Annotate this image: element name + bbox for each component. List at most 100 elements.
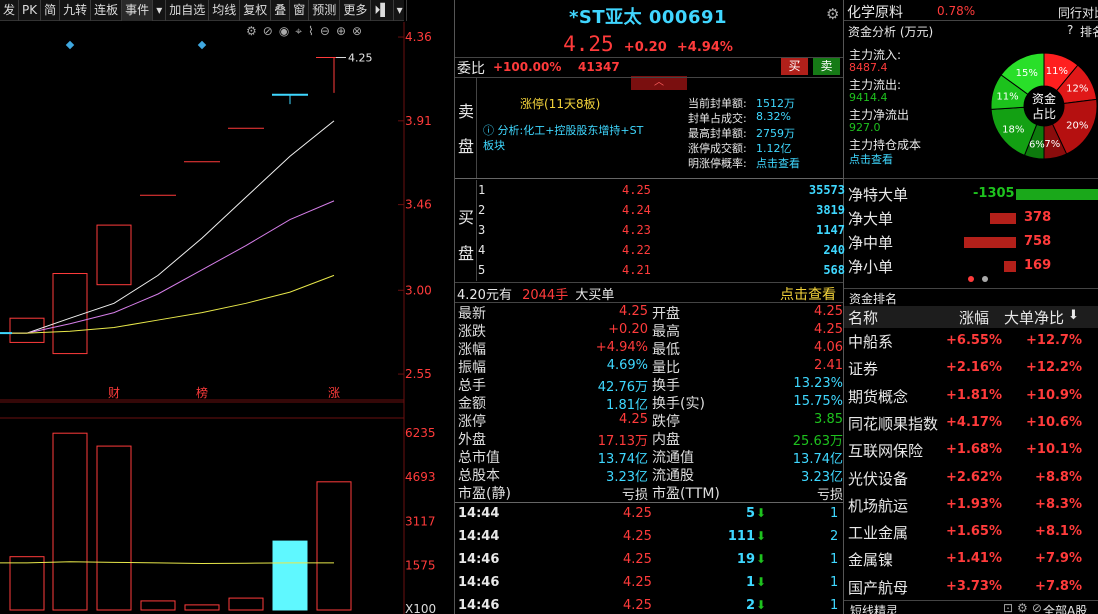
event-marker[interactable]: 财 <box>108 386 120 400</box>
volume-bar[interactable] <box>272 540 308 611</box>
bottom-tool-icons[interactable]: ⊡⚙⊘ <box>1003 601 1046 614</box>
toolbar-item[interactable]: 复权 <box>240 0 272 21</box>
price-tag-label: 4.25 <box>348 52 373 65</box>
sell-button[interactable]: 卖 <box>813 58 840 75</box>
kline-chart-svg[interactable]: 4.36 3.91 3.46 3.00 2.55 4.25 财 榜 涨 6235 4693 3117 1… <box>0 22 454 614</box>
toolbar-item[interactable]: 窗 <box>290 0 310 21</box>
rank-change: +1.68% <box>946 442 1002 458</box>
quote-key: 量比 <box>652 360 680 376</box>
quote-key: 市盈(TTM) <box>652 486 720 502</box>
quote-value: 亏损 <box>621 488 648 503</box>
rank-name[interactable]: 同花顺果指数 <box>848 413 938 434</box>
quote-key: 最高 <box>652 324 680 340</box>
rank-name[interactable]: 机场航运 <box>848 495 908 516</box>
seal-info-value: 1.12亿 <box>756 142 792 155</box>
help-icon[interactable]: ? <box>1067 23 1073 37</box>
buy-price[interactable]: 4.25 <box>622 183 651 197</box>
quote-key: 换手(实) <box>652 396 705 412</box>
buy-price[interactable]: 4.21 <box>622 263 651 277</box>
rank-name[interactable]: 期货概念 <box>848 386 908 407</box>
analysis-text[interactable]: ⓘ 分析:化工+控股股东增持+ST板块 <box>483 123 653 153</box>
rank-name[interactable]: 互联网保险 <box>848 440 923 461</box>
toolbar-item[interactable]: 叠 <box>271 0 291 21</box>
peer-compare-link[interactable]: 同行对比 <box>1058 4 1098 21</box>
divider <box>476 78 477 178</box>
toolbar-item[interactable]: 事件 <box>122 0 154 21</box>
gear-icon[interactable]: ⚙ <box>826 5 839 23</box>
toolbar-item[interactable]: ▾ <box>394 0 407 21</box>
tick-volume: 5 <box>745 506 755 521</box>
tick-volume: 19 <box>736 552 755 567</box>
toolbar-item[interactable]: ▾ <box>153 0 167 21</box>
collapse-arrow-icon[interactable]: ︿ <box>631 76 687 90</box>
volume-bar[interactable] <box>184 604 220 611</box>
quote-value: 13.74亿 <box>597 452 648 467</box>
event-diamond-icon[interactable] <box>65 40 75 50</box>
page-dot[interactable] <box>982 276 988 282</box>
weibi-label: 委比 <box>457 61 485 77</box>
event-marker[interactable]: 涨 <box>328 385 340 400</box>
rank-name[interactable]: 工业金属 <box>848 522 908 543</box>
quote-value: 4.25 <box>814 304 843 319</box>
volume-bar[interactable] <box>96 445 132 611</box>
toolbar-item[interactable]: PK <box>19 0 42 21</box>
quote-key: 开盘 <box>652 306 680 322</box>
quote-value: 25.63万 <box>792 434 843 449</box>
buy-button[interactable]: 买 <box>781 58 808 75</box>
candle-body[interactable] <box>96 224 132 286</box>
page-dot[interactable] <box>968 276 974 282</box>
rank-change: +2.62% <box>946 469 1002 485</box>
quote-value: 4.25 <box>619 412 648 427</box>
sort-down-icon[interactable]: ⬇ <box>1068 308 1079 323</box>
rank-link[interactable]: 排名 <box>1080 23 1098 40</box>
quote-value: 42.76万 <box>597 380 648 395</box>
toolbar-item[interactable]: 发 <box>0 0 20 21</box>
rank-header-name[interactable]: 名称 <box>848 307 878 328</box>
bottom-left-tab[interactable]: 短线精灵 <box>850 602 898 614</box>
volume-tick-label: 3117 <box>405 515 436 529</box>
toolbar-item[interactable]: 九转 <box>60 0 92 21</box>
rank-name[interactable]: 光伏设备 <box>848 468 908 489</box>
toolbar-item[interactable]: 预测 <box>309 0 341 21</box>
volume-tick-label: X100 <box>405 602 436 614</box>
quote-key: 总市值 <box>458 450 500 466</box>
volume-bar[interactable] <box>52 432 88 611</box>
big-buy-amount: 2044手 <box>522 288 569 303</box>
donut-slice-label: 11% <box>1046 66 1068 77</box>
rank-header-change[interactable]: 涨幅 <box>959 307 989 328</box>
toolbar-item[interactable]: 均线 <box>209 0 241 21</box>
rank-header-netratio[interactable]: 大单净比 <box>1004 307 1064 328</box>
volume-bar[interactable] <box>140 600 176 611</box>
toolbar-item[interactable]: 加自选 <box>166 0 210 21</box>
seal-info-value[interactable]: 点击查看 <box>756 155 800 171</box>
rank-name[interactable]: 国产航母 <box>848 577 908 598</box>
volume-bar[interactable] <box>228 597 264 611</box>
quote-key: 总股本 <box>458 468 500 484</box>
buy-price[interactable]: 4.22 <box>622 243 651 257</box>
fund-value[interactable]: 点击查看 <box>849 151 893 167</box>
rank-name[interactable]: 中船系 <box>848 331 893 352</box>
toolbar-item[interactable]: ⏵▌ <box>371 0 394 21</box>
volume-tick-label: 1575 <box>405 558 436 572</box>
net-flow-bar <box>964 237 1016 248</box>
rank-name[interactable]: 证券 <box>848 358 878 379</box>
rank-name[interactable]: 金属镍 <box>848 549 893 570</box>
buy-price[interactable]: 4.24 <box>622 203 651 217</box>
kline-chart[interactable]: 4.36 3.91 3.46 3.00 2.55 4.25 财 榜 涨 6235 4693 3117 1… <box>0 22 454 614</box>
buy-price[interactable]: 4.23 <box>622 223 651 237</box>
toolbar-item[interactable]: 简 <box>41 0 61 21</box>
big-buy-link[interactable]: 点击查看 <box>780 284 836 304</box>
net-flow-key: 净大单 <box>848 210 894 228</box>
sector-name[interactable]: 化学原料 <box>847 2 903 22</box>
event-diamond-icon[interactable] <box>197 40 207 50</box>
quote-value: 3.85 <box>814 412 843 427</box>
fund-donut-chart[interactable]: 11% 12% 20% 7%6% 18% 11% 15% 资金占比 <box>990 52 1098 160</box>
candle-body[interactable] <box>52 273 88 355</box>
event-marker[interactable]: 榜 <box>196 385 208 400</box>
toolbar-item[interactable]: 更多 <box>340 0 372 21</box>
volume-bar[interactable] <box>316 481 352 611</box>
price-tick-label: 3.00 <box>405 283 432 297</box>
toolbar-item[interactable]: 连板 <box>91 0 123 21</box>
bottom-right-tab[interactable]: 全部A股 <box>1043 602 1087 614</box>
volume-bar[interactable] <box>9 556 45 611</box>
